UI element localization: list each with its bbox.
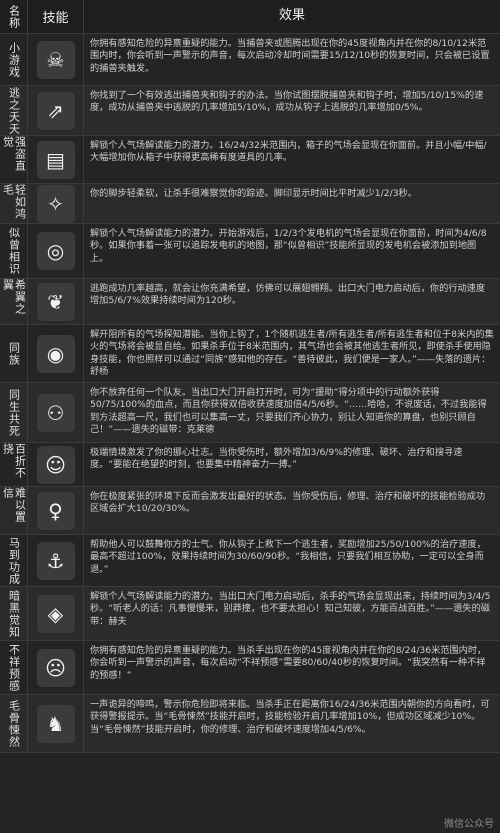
- perk-effect: 你的脚步轻柔软，让杀手很难察觉你的踪迹。脚印显示时间比平时减少1/2/3秒。: [90, 188, 417, 199]
- perk-effect: 解开阻所有的气场探知潜能。当你上钩了，1个随机逃生者/所有逃生者/所有逃生者和位…: [90, 329, 494, 378]
- table-row: 轻如鸿毛 ✧ 你的脚步轻柔软，让杀手很难察觉你的踪迹。脚印显示时间比平时减少1/2/…: [0, 184, 500, 224]
- perk-effect: 你找到了一个有效逃出捕兽夹和钩子的办法。当你试图摆脱捕兽夹和钩子时，增加5/10…: [90, 90, 484, 114]
- table-row: 小游戏 ☠ 你拥有感知危险的异禀重疑的能力。当捕兽夹或图腾出现在你的45度视角内并在…: [0, 34, 500, 86]
- perk-effect: 解锁个人气场解读能力的潜力。当出口大门电力启动后，杀手的气场会显现出来，持续时间…: [90, 591, 491, 627]
- perk-effect: 逃跑成功几率越高，就会让你充满希望，仿佛可以展翅翱翔。出口大门电力启动后，你的行…: [90, 283, 486, 307]
- header-icon: 技能: [28, 0, 84, 33]
- wings-icon: ❦: [36, 282, 75, 321]
- perk-effect: 解锁个人气场解读能力的潜力。16/24/32米范围内，箱子的气场会显现在你面前。…: [90, 140, 487, 164]
- perk-name: 逃之夭夭: [7, 86, 21, 135]
- woman-portrait-icon: ♀: [36, 491, 75, 530]
- table-header: 名称 技能 效果: [0, 0, 500, 34]
- table-row: 强盗直觉 ▤ 解锁个人气场解读能力的潜力。16/24/32米范围内，箱子的气场会显现…: [0, 136, 500, 184]
- perk-effect: 你在极度紧张的环境下反而会激发出最好的状态。当你受伤后，修理、治疗和破坏的技能检…: [90, 491, 486, 515]
- perk-effect: 解锁个人气场解读能力的潜力。开始游戏后，1/2/3个发电机的气场会显现在你面前，…: [90, 228, 487, 264]
- perk-name: 不祥预感: [7, 643, 21, 692]
- trap-jaw-icon: ☠: [36, 40, 75, 79]
- feather-icon: ✧: [36, 184, 75, 223]
- perk-effect: 极端情境激发了你的挪心壮志。当你受伤时，额外增加3/6/9%的修理、破坏、治疗和…: [90, 447, 463, 471]
- table-row: 逃之夭夭 ⇗ 你找到了一个有效逃出捕兽夹和钩子的办法。当你试图摆脱捕兽夹和钩子时，增…: [0, 86, 500, 136]
- eye-spiral-icon: ◎: [36, 232, 75, 270]
- table-row: 毛骨悚然 ♞ 一声诡异的啼鸣，警示你危险即将来临。当杀手正在距离你16/24/36米…: [0, 695, 500, 753]
- table-row: 同族 ◉ 解开阻所有的气场探知潜能。当你上钩了，1个随机逃生者/所有逃生者/所有逃生…: [0, 325, 500, 383]
- perk-name: 暗黑觉知: [7, 589, 21, 638]
- figures-icon: ⚇: [36, 393, 75, 432]
- crying-eye-icon: ◉: [36, 334, 75, 373]
- perk-name: 难以置信: [1, 487, 27, 523]
- perk-effect: 你拥有感知危险的异禀重疑的能力。当杀手出现在你的45度视角内并在你的8/24/3…: [90, 645, 487, 681]
- table-row: 难以置信 ♀ 你在极度紧张的环境下反而会激发出最好的状态。当你受伤后，修理、治疗和破…: [0, 487, 500, 535]
- perk-effect: 你拥有感知危险的异禀重疑的能力。当捕兽夹或图腾出现在你的45度视角内并在你的8/…: [90, 38, 490, 74]
- perk-name: 小游戏: [7, 41, 21, 78]
- perk-name: 同族: [7, 341, 21, 366]
- table-row: 希翼之翼 ❦ 逃跑成功几率越高，就会让你充满希望，仿佛可以展翅翱翔。出口大门电力启动…: [0, 279, 500, 325]
- perk-name: 轻如鸿毛: [1, 184, 27, 220]
- perk-effect: 你不放弃任何一个队友。当出口大门开启打开时，可为“援助”得分项中的行动额外获得5…: [90, 387, 487, 436]
- dark-eye-icon: ◈: [36, 594, 75, 633]
- perk-effect: 帮助他人可以鼓舞你方的士气。你从钩子上救下一个逃生者，奖励增加25/50/100…: [90, 539, 486, 575]
- perk-name: 强盗直觉: [1, 136, 27, 172]
- perk-name: 毛骨悚然: [7, 699, 21, 748]
- perk-name: 似曾相识: [7, 227, 21, 275]
- hook-man-icon: ⚓: [36, 541, 75, 580]
- perk-effect: 一声诡异的啼鸣，警示你危险即将来临。当杀手正在距离你16/24/36米范围内朝你…: [90, 699, 490, 735]
- perk-name: 希翼之翼: [1, 279, 27, 315]
- table-row: 百折不挠 ☺ 极端情境激发了你的挪心壮志。当你受伤时，额外增加3/6/9%的修理、破…: [0, 443, 500, 487]
- bald-head-icon: ☺: [36, 445, 75, 484]
- perk-name: 马到功成: [7, 536, 21, 585]
- cat-icon: ♞: [36, 704, 75, 743]
- table-row: 不祥预感 ☹ 你拥有感知危险的异禀重疑的能力。当杀手出现在你的45度视角内并在你的8…: [0, 641, 500, 695]
- perk-name: 同生共死: [7, 388, 21, 437]
- perk-name: 百折不挠: [1, 443, 27, 479]
- perk-table: 名称 技能 效果 小游戏 ☠ 你拥有感知危险的异禀重疑的能力。当捕兽夹或图腾出现在你…: [0, 0, 500, 753]
- table-row: 暗黑觉知 ◈ 解锁个人气场解读能力的潜力。当出口大门电力启动后，杀手的气场会显现出来…: [0, 587, 500, 641]
- chest-icon: ▤: [36, 140, 75, 179]
- escape-icon: ⇗: [36, 91, 75, 130]
- scared-face-icon: ☹: [36, 648, 75, 687]
- header-name: 名称: [7, 4, 21, 29]
- watermark: 微信公众号: [444, 819, 494, 830]
- table-row: 似曾相识 ◎ 解锁个人气场解读能力的潜力。开始游戏后，1/2/3个发电机的气场会显现…: [0, 224, 500, 279]
- header-effect: 效果: [278, 8, 305, 24]
- table-row: 马到功成 ⚓ 帮助他人可以鼓舞你方的士气。你从钩子上救下一个逃生者，奖励增加25/5…: [0, 535, 500, 587]
- table-row: 同生共死 ⚇ 你不放弃任何一个队友。当出口大门开启打开时，可为“援助”得分项中的行动…: [0, 383, 500, 443]
